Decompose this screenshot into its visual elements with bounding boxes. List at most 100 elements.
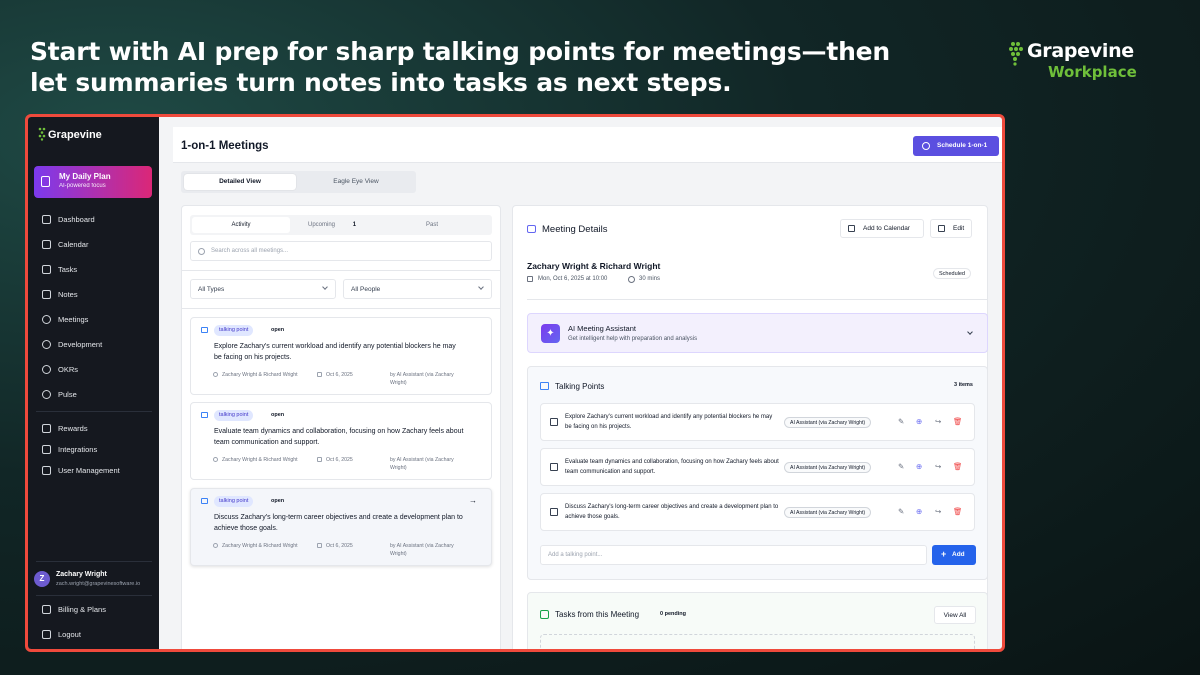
- tab-activity[interactable]: Activity: [192, 217, 290, 233]
- plus-icon: +: [941, 549, 947, 559]
- divider: [527, 299, 988, 300]
- meeting-search[interactable]: Search across all meetings...: [190, 241, 492, 261]
- sidebar-item-rewards[interactable]: Rewards: [38, 421, 152, 437]
- user-profile[interactable]: Z Zachary Wright zach.wright@grapevineso…: [34, 569, 154, 591]
- meeting-item-card-selected[interactable]: talking point open → Discuss Zachary's l…: [190, 488, 492, 566]
- details-title: Meeting Details: [542, 224, 608, 235]
- forward-icon[interactable]: ↪: [935, 462, 941, 472]
- daily-plan-title: My Daily Plan: [59, 172, 111, 181]
- sidebar-item-meetings[interactable]: Meetings: [38, 312, 152, 328]
- sidebar-item-label: Rewards: [58, 424, 88, 433]
- forward-icon[interactable]: ↪: [935, 417, 941, 427]
- user-name: Zachary Wright: [56, 571, 107, 578]
- meeting-activity-panel: Activity Upcoming 1 Past Search across a…: [181, 205, 501, 649]
- type-badge: talking point: [214, 496, 254, 507]
- sidebar-item-billing[interactable]: Billing & Plans: [38, 602, 152, 618]
- sidebar-item-okrs[interactable]: OKRs: [38, 362, 152, 378]
- main-content: 1-on-1 Meetings Schedule 1-on-1 Detailed…: [159, 117, 1002, 649]
- sidebar-item-integrations[interactable]: Integrations: [38, 442, 152, 458]
- sidebar-item-label: OKRs: [58, 365, 79, 374]
- sidebar-divider: [36, 595, 152, 596]
- checkbox[interactable]: [550, 418, 558, 426]
- users-icon: [527, 225, 536, 233]
- clock-icon: [628, 276, 635, 283]
- sidebar-item-pulse[interactable]: Pulse: [38, 387, 152, 403]
- sidebar-item-dashboard[interactable]: Dashboard: [38, 212, 152, 228]
- type-badge: talking point: [214, 410, 254, 421]
- chevron-down-icon[interactable]: [967, 329, 973, 335]
- add-label: Add: [952, 551, 965, 558]
- filter-type-select[interactable]: All Types: [190, 279, 336, 299]
- add-talking-point-input[interactable]: Add a talking point...: [540, 545, 927, 565]
- filter-people-select[interactable]: All People: [343, 279, 492, 299]
- talking-points-section: Talking Points 3 items Explore Zachary's…: [527, 366, 988, 580]
- calendar-icon: [527, 276, 533, 282]
- tab-upcoming-label: Upcoming: [308, 222, 336, 228]
- upcoming-count: 1: [352, 222, 357, 228]
- daily-plan-button[interactable]: My Daily Plan AI-powered focus: [34, 166, 152, 198]
- checkbox[interactable]: [550, 463, 558, 471]
- tasks-pending-count: 0 pending: [660, 611, 686, 617]
- schedule-1on1-button[interactable]: Schedule 1-on-1: [913, 136, 999, 156]
- plus-circle-icon[interactable]: ⊕: [916, 417, 922, 427]
- item-author: by AI Assistant (via Zachary Wright): [390, 457, 454, 471]
- sidebar-item-logout[interactable]: Logout: [38, 627, 152, 643]
- arrow-right-icon[interactable]: →: [469, 496, 477, 505]
- message-icon: [201, 412, 208, 418]
- divider: [182, 308, 500, 309]
- item-author: by AI Assistant (via Zachary Wright): [390, 372, 454, 386]
- sidebar-divider: [36, 411, 152, 412]
- grape-icon: [1009, 42, 1023, 66]
- author-badge: AI Assistant (via Zachary Wright): [784, 507, 872, 518]
- edit-icon[interactable]: ✎: [898, 507, 904, 517]
- meeting-name: Zachary Wright & Richard Wright: [527, 261, 661, 271]
- ai-meeting-assistant[interactable]: ✦ AI Meeting Assistant Get intelligent h…: [527, 313, 988, 353]
- calendar-icon: [317, 372, 322, 377]
- add-to-calendar-button[interactable]: Add to Calendar: [840, 219, 924, 238]
- item-people: Zachary Wright & Richard Wright: [222, 543, 298, 549]
- add-talking-point-button[interactable]: + Add: [932, 545, 976, 565]
- headline-line-1: Start with AI prep for sharp talking poi…: [30, 37, 891, 66]
- meeting-item-card[interactable]: talking point open Evaluate team dynamic…: [190, 402, 492, 480]
- trash-icon[interactable]: 🗑: [953, 462, 963, 472]
- tab-past[interactable]: Past: [426, 217, 466, 233]
- search-icon: [198, 248, 205, 255]
- filter-type-value: All Types: [198, 286, 225, 293]
- sidebar-item-label: Integrations: [58, 445, 98, 454]
- page-title: 1-on-1 Meetings: [181, 140, 269, 152]
- edit-button[interactable]: Edit: [930, 219, 972, 238]
- sidebar-item-notes[interactable]: Notes: [38, 287, 152, 303]
- talking-points-count: 3 items: [954, 382, 973, 388]
- meeting-details-panel: Meeting Details Add to Calendar Edit Zac…: [512, 205, 988, 649]
- plug-icon: [42, 445, 51, 454]
- meeting-item-card[interactable]: talking point open Explore Zachary's cur…: [190, 317, 492, 395]
- tab-upcoming[interactable]: Upcoming 1: [308, 217, 368, 233]
- sidebar-item-label: Tasks: [58, 265, 78, 274]
- tab-detailed-view[interactable]: Detailed View: [184, 174, 296, 190]
- target-icon: [42, 365, 51, 374]
- view-all-button[interactable]: View All: [934, 606, 976, 624]
- forward-icon[interactable]: ↪: [935, 507, 941, 517]
- plus-circle-icon[interactable]: ⊕: [916, 462, 922, 472]
- tasks-empty-area: [540, 634, 975, 649]
- tab-eagle-eye-view[interactable]: Eagle Eye View: [299, 174, 413, 190]
- sidebar-item-development[interactable]: Development: [38, 337, 152, 353]
- sidebar-item-calendar[interactable]: Calendar: [38, 237, 152, 253]
- trash-icon[interactable]: 🗑: [953, 507, 963, 517]
- page-header: 1-on-1 Meetings Schedule 1-on-1: [173, 127, 1002, 163]
- users-icon: [213, 543, 218, 548]
- tasks-title: Tasks from this Meeting: [555, 610, 640, 619]
- ai-subtitle: Get intelligent help with preparation an…: [568, 336, 698, 342]
- edit-icon[interactable]: ✎: [898, 462, 904, 472]
- edit-icon[interactable]: ✎: [898, 417, 904, 427]
- sidebar-item-user-management[interactable]: User Management: [38, 463, 152, 479]
- talking-points-title: Talking Points: [555, 382, 605, 391]
- trash-icon[interactable]: 🗑: [953, 417, 963, 427]
- sidebar-item-label: User Management: [58, 466, 120, 475]
- checkbox[interactable]: [550, 508, 558, 516]
- schedule-label: Schedule 1-on-1: [937, 142, 988, 149]
- author-badge: AI Assistant (via Zachary Wright): [784, 417, 872, 428]
- plus-circle-icon[interactable]: ⊕: [916, 507, 922, 517]
- sidebar-item-tasks[interactable]: Tasks: [38, 262, 152, 278]
- status-label: open: [271, 327, 285, 333]
